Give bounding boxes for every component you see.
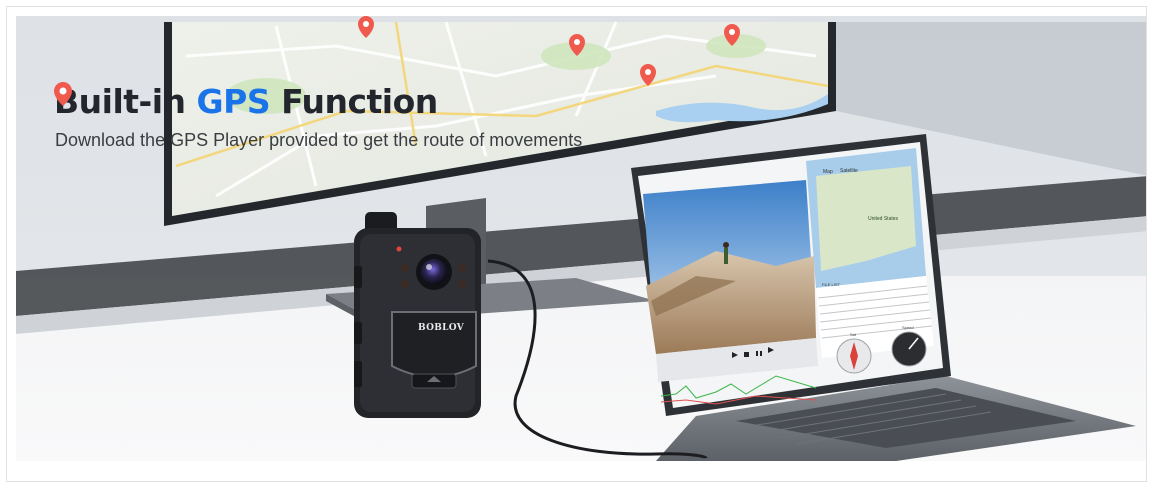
speed-label: Speed bbox=[902, 325, 914, 330]
tab-map: Map bbox=[823, 169, 833, 175]
body-camera bbox=[354, 212, 481, 418]
headline: Built-in GPS Function bbox=[54, 82, 444, 121]
product-scene: BOBLOV Map Satellite United States FILE … bbox=[16, 16, 1146, 461]
camera-lens bbox=[421, 259, 447, 285]
headline-prefix: Built-in bbox=[54, 82, 197, 121]
banner-frame: BOBLOV Map Satellite United States FILE … bbox=[6, 6, 1147, 482]
hiker-figure bbox=[724, 248, 728, 264]
camera-brand-label: BOBLOV bbox=[418, 323, 465, 333]
map-region-label: United States bbox=[868, 216, 899, 222]
headline-accent: GPS bbox=[196, 82, 271, 121]
headline-suffix: Function bbox=[270, 82, 438, 121]
compass-label: Sat bbox=[850, 332, 857, 337]
subtitle: Download the GPS Player provided to get … bbox=[55, 130, 583, 150]
file-list-label: FILE LIST bbox=[822, 282, 841, 287]
camera-shield-plate bbox=[391, 311, 477, 378]
tab-satellite: Satellite bbox=[840, 168, 858, 174]
